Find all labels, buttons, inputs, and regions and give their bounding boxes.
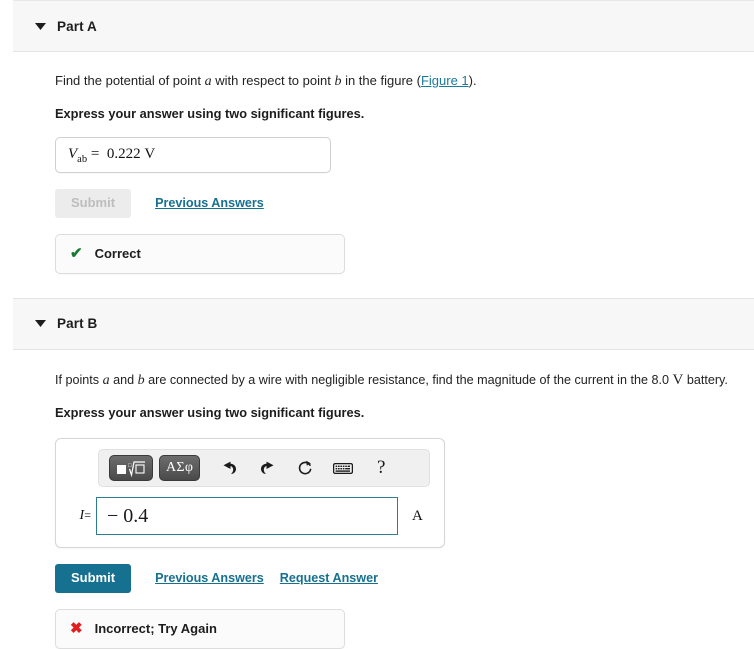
redo-icon[interactable] xyxy=(252,455,282,481)
question-text-mid: are connected by a wire with negligible … xyxy=(144,372,673,387)
part-b-header[interactable]: Part B xyxy=(13,297,754,350)
question-unit-volt: V xyxy=(672,371,684,388)
part-a-previous-answers-link[interactable]: Previous Answers xyxy=(155,196,264,210)
entry-label: I= xyxy=(68,508,96,524)
part-b-request-answer-link[interactable]: Request Answer xyxy=(280,571,378,585)
help-icon[interactable]: ? xyxy=(366,455,396,481)
part-b-title: Part B xyxy=(57,316,98,332)
part-b-body: If points a and b are connected by a wir… xyxy=(0,370,754,649)
part-a-answer-display[interactable]: Vab = 0.222 V xyxy=(55,137,331,174)
part-a-header[interactable]: Part A xyxy=(13,0,754,52)
part-a-body: Find the potential of point a with respe… xyxy=(0,72,754,274)
question-var-a: a xyxy=(204,74,212,89)
keyboard-icon-glyph xyxy=(333,462,354,474)
part-b-instruction: Express your answer using two significan… xyxy=(55,405,365,421)
part-a-feedback-text: Correct xyxy=(94,246,141,262)
undo-arrow-icon xyxy=(223,461,236,474)
keyboard-icon[interactable] xyxy=(328,455,358,481)
exercise-page: Part A Find the potential of point a wit… xyxy=(0,0,754,649)
current-answer-input[interactable]: − 0.4 xyxy=(96,497,398,536)
question-text-end: battery. xyxy=(683,372,728,387)
part-b-feedback-incorrect: ✖ Incorrect; Try Again xyxy=(55,608,345,649)
part-b-feedback-text: Incorrect; Try Again xyxy=(94,621,217,637)
part-b-actions: Submit Previous Answers Request Answer xyxy=(55,564,752,593)
figure-1-link[interactable]: Figure 1 xyxy=(421,73,469,88)
svg-text:□: □ xyxy=(128,463,132,469)
math-template-button[interactable]: □ xyxy=(109,455,153,482)
undo-icon[interactable] xyxy=(214,455,244,481)
question-text-end: ). xyxy=(468,73,477,88)
reset-circle-icon xyxy=(299,461,312,475)
check-icon: ✔ xyxy=(70,245,83,263)
question-text-pre: Find the potential of point xyxy=(55,73,205,88)
answer-subscript: ab xyxy=(77,153,88,165)
square-root-template-icon: □ xyxy=(117,461,145,477)
question-var-b: b xyxy=(137,372,145,388)
cross-icon: ✖ xyxy=(70,620,83,638)
part-a-collapse-toggle[interactable] xyxy=(27,22,53,30)
part-b-previous-answers-link[interactable]: Previous Answers xyxy=(155,571,264,585)
part-a-title: Part A xyxy=(57,18,97,34)
part-a-actions: Submit Previous Answers xyxy=(55,189,752,218)
math-toolbar: □ ΑΣφ ? xyxy=(98,449,430,488)
redo-arrow-icon xyxy=(260,461,274,474)
entry-equals: = xyxy=(84,508,91,523)
part-b-submit-button[interactable]: Submit xyxy=(55,564,132,593)
part-b-math-entry-widget: □ ΑΣφ ? I= − 0.4 A xyxy=(55,438,445,549)
entry-unit: A xyxy=(412,507,423,524)
greek-letters-button[interactable]: ΑΣφ xyxy=(159,455,201,482)
part-b-question: If points a and b are connected by a wir… xyxy=(55,370,752,392)
part-a-feedback-correct: ✔ Correct xyxy=(55,233,345,274)
answer-symbol: V xyxy=(68,145,78,162)
reset-icon[interactable] xyxy=(290,455,320,481)
part-b-entry-row: I= − 0.4 A xyxy=(68,497,432,536)
question-text-post: in the figure ( xyxy=(341,73,421,88)
answer-equals: = xyxy=(90,145,100,162)
chevron-down-icon xyxy=(34,320,46,328)
question-var-a: a xyxy=(102,372,110,388)
answer-value: 0.222 xyxy=(106,145,141,162)
chevron-down-icon xyxy=(34,22,46,30)
part-a-instruction: Express your answer using two significan… xyxy=(55,106,365,122)
question-text-and: and xyxy=(109,372,138,387)
answer-unit: V xyxy=(144,145,156,162)
greek-letters-label: ΑΣφ xyxy=(166,460,194,476)
question-text-mid: with respect to point xyxy=(211,73,335,88)
question-text-pre: If points xyxy=(55,372,103,387)
part-a-question: Find the potential of point a with respe… xyxy=(55,72,752,92)
part-a-answer-expression: Vab = 0.222 V xyxy=(68,146,155,165)
part-b-collapse-toggle[interactable] xyxy=(27,320,53,328)
part-a-submit-button[interactable]: Submit xyxy=(55,189,132,218)
